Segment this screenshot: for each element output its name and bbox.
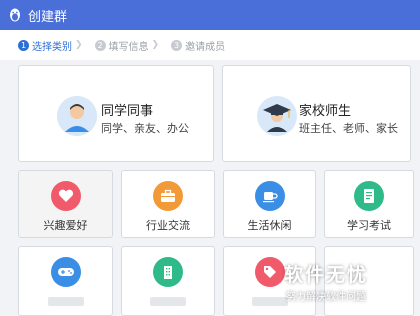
- step-number: 2: [94, 39, 106, 51]
- card-title: 同学同事: [101, 104, 154, 119]
- category-label: 生活休闲: [247, 219, 292, 232]
- step-1: 1 选择类别 ❯: [18, 38, 83, 53]
- gamepad-icon: [50, 257, 81, 287]
- category-card-classmates[interactable]: 同学同事 同学、亲友、办公: [18, 65, 214, 162]
- card-subtitle: 班主任、老师、家长: [299, 122, 398, 135]
- blurred-label: [47, 297, 84, 306]
- watermark-title: 软件无忧: [284, 264, 369, 286]
- category-label: 行业交流: [146, 219, 190, 232]
- blurred-label: [251, 297, 288, 306]
- step-number: 3: [171, 39, 183, 51]
- window-title: 创建群: [28, 9, 68, 25]
- watermark: 软件无忧 努力解决软件问题: [284, 260, 412, 310]
- card-subtitle: 同学、亲友、办公: [101, 122, 189, 135]
- title-bar: 创建群: [0, 0, 420, 30]
- category-card-game[interactable]: [18, 246, 113, 316]
- chevron-right-icon: ❯: [75, 40, 83, 50]
- step-2: 2 填写信息 ❯: [94, 38, 160, 53]
- category-card-life[interactable]: 生活休闲: [223, 170, 316, 238]
- tag-icon: [254, 257, 285, 287]
- category-label: 兴趣爱好: [43, 219, 88, 232]
- category-card-study[interactable]: 学习考试: [324, 170, 414, 238]
- building-icon: [153, 257, 183, 287]
- chevron-right-icon: ❯: [151, 40, 160, 50]
- graduation-cap-icon: [257, 96, 297, 136]
- category-card-school[interactable]: 家校师生 班主任、老师、家长: [222, 65, 411, 162]
- step-label: 邀请成员: [185, 41, 226, 53]
- category-label: 学习考试: [347, 219, 391, 232]
- watermark-subtitle: 努力解决软件问题: [286, 292, 366, 303]
- category-card-hobby[interactable]: 兴趣爱好: [18, 170, 113, 238]
- blurred-label: [150, 297, 186, 306]
- category-card-building[interactable]: [121, 246, 215, 316]
- card-title: 家校师生: [299, 104, 352, 119]
- step-label: 填写信息: [108, 41, 149, 53]
- qq-penguin-icon: [6, 6, 24, 24]
- step-indicator: 1 选择类别 ❯ 2 填写信息 ❯ 3 邀请成员: [0, 30, 420, 60]
- category-card-industry[interactable]: 行业交流: [121, 170, 215, 238]
- step-number: 1: [18, 39, 29, 51]
- cup-icon: [254, 181, 285, 211]
- step-label: 选择类别: [32, 41, 72, 53]
- step-3: 3 邀请成员: [171, 38, 225, 53]
- person-icon: [57, 96, 97, 136]
- briefcase-icon: [153, 181, 183, 211]
- book-icon: [354, 181, 384, 211]
- heart-icon: [50, 181, 81, 211]
